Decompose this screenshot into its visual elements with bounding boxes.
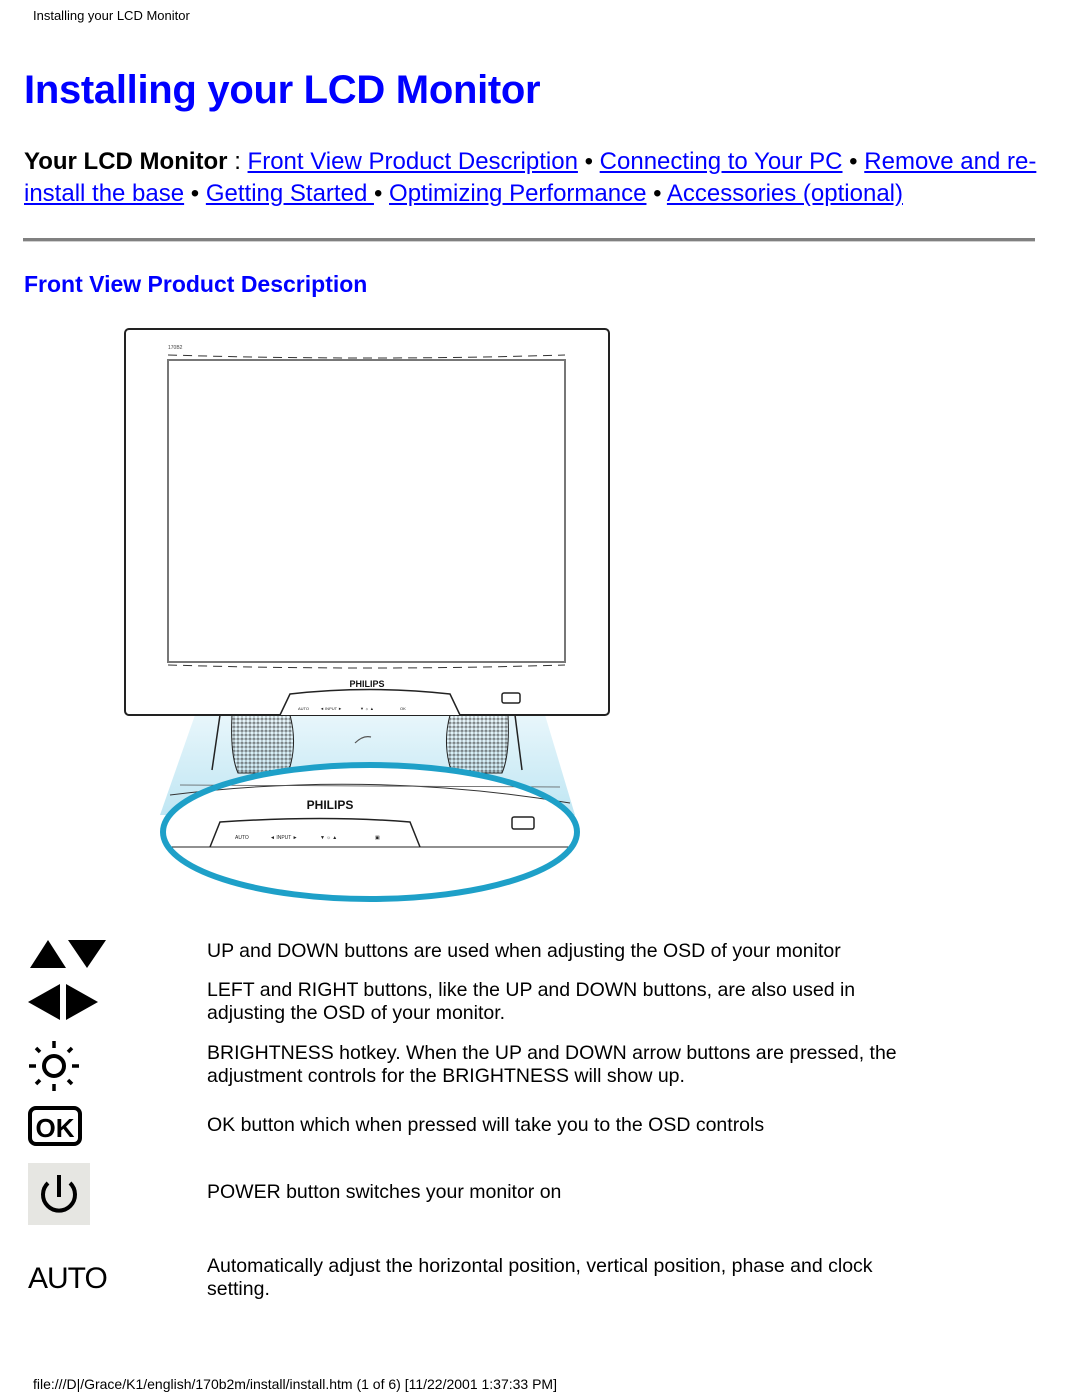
auto-icon: AUTO [28, 1262, 108, 1295]
section-title: Front View Product Description [24, 271, 368, 297]
control-description: BRIGHTNESS hotkey. When the UP and DOWN … [207, 1042, 897, 1087]
svg-text:▼ ☼ ▲: ▼ ☼ ▲ [360, 706, 374, 711]
nav-colon: : [227, 148, 248, 175]
brand-logo: PHILIPS [349, 679, 384, 689]
control-description: OK button which when pressed will take y… [207, 1114, 765, 1136]
nav-link-getting-started[interactable]: Getting Started [206, 180, 374, 207]
right-speaker-grille [446, 714, 509, 774]
control-description: LEFT and RIGHT buttons, like the UP and … [207, 979, 856, 1024]
nav-separator: • [373, 180, 390, 207]
zoom-detail: PHILIPS AUTO ◄ INPUT ► ▼ ☼ ▲ ▣ [160, 762, 580, 902]
nav-link-accessories[interactable]: Accessories (optional) [667, 180, 903, 207]
monitor-screen [167, 359, 566, 663]
control-description: UP and DOWN buttons are used when adjust… [207, 940, 841, 962]
svg-text:AUTO: AUTO [298, 706, 309, 711]
left-right-arrows-icon [28, 984, 98, 1020]
button-panel [279, 688, 461, 716]
svg-text:◄ INPUT ►: ◄ INPUT ► [320, 706, 342, 711]
up-down-arrows-icon [30, 940, 106, 968]
section-navigation: Your LCD Monitor : Front View Product De… [24, 146, 1054, 210]
brightness-icon [29, 1041, 79, 1091]
ok-icon-label: OK [36, 1113, 75, 1143]
nav-link-optimizing[interactable]: Optimizing Performance [389, 180, 646, 207]
nav-separator: • [646, 180, 667, 207]
nav-link-connecting[interactable]: Connecting to Your PC [600, 148, 843, 175]
control-description: Automatically adjust the horizontal posi… [207, 1255, 873, 1300]
nav-separator: • [842, 148, 865, 175]
nav-separator: • [577, 148, 600, 175]
nav-lead: Your LCD Monitor [24, 148, 228, 175]
svg-text:170B2: 170B2 [168, 345, 183, 351]
svg-text:OK: OK [400, 706, 406, 711]
svg-text:▼ ☼ ▲: ▼ ☼ ▲ [320, 835, 337, 841]
power-icon [28, 1163, 90, 1225]
control-description: POWER button switches your monitor on [207, 1181, 562, 1203]
running-header: Installing your LCD Monitor [33, 8, 190, 23]
power-button-drawing [501, 692, 521, 704]
nav-link-front-view[interactable]: Front View Product Description [248, 148, 578, 175]
page-title: Installing your LCD Monitor [24, 68, 541, 112]
horizontal-rule [23, 238, 1035, 242]
nav-separator: • [184, 180, 206, 207]
svg-text:▣: ▣ [375, 835, 380, 841]
svg-text:AUTO: AUTO [235, 835, 249, 841]
svg-text:◄ INPUT ►: ◄ INPUT ► [270, 835, 298, 841]
page-footer: file:///D|/Grace/K1/english/170b2m/insta… [33, 1376, 557, 1392]
left-speaker-grille [231, 714, 294, 774]
zoom-brand-logo: PHILIPS [307, 798, 354, 812]
ok-icon: OK [28, 1106, 82, 1146]
monitor-front-view-illustration: 170B2 PHILIPS AUTO ◄ INPUT ► ▼ ☼ ▲ OK PHILI… [124, 328, 610, 902]
